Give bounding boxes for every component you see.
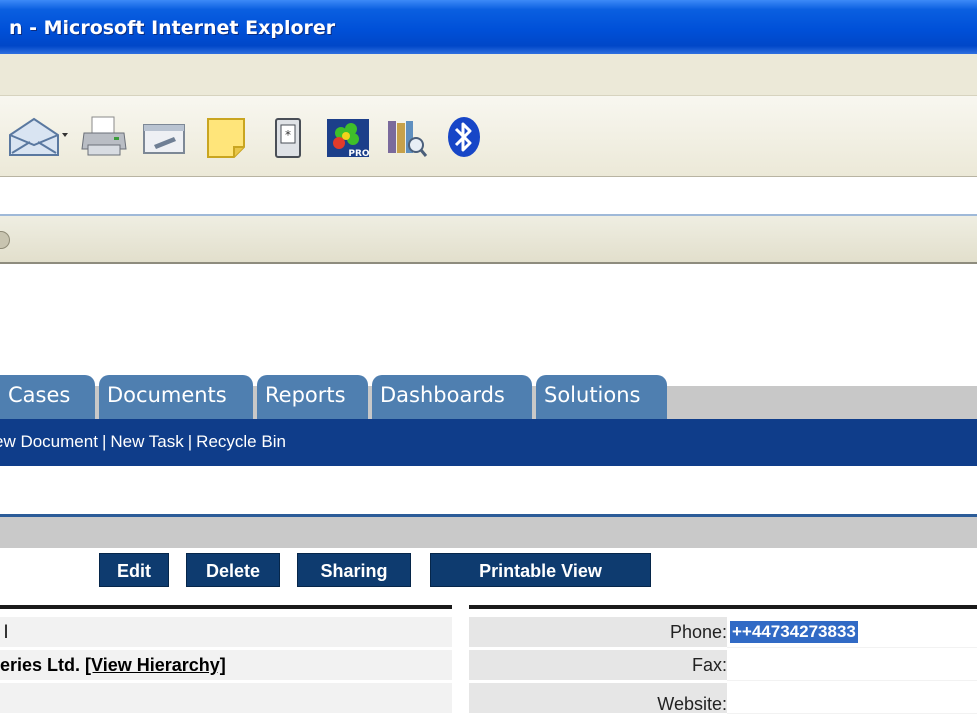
- subnav-separator: |: [101, 432, 107, 451]
- website-label: Website:: [657, 694, 727, 714]
- tab-dashboards[interactable]: Dashboards: [372, 375, 532, 419]
- recycle-bin-link[interactable]: Recycle Bin: [196, 419, 286, 465]
- note-icon[interactable]: [204, 115, 248, 159]
- tab-reports[interactable]: Reports: [257, 375, 368, 419]
- delete-button[interactable]: Delete: [186, 553, 280, 587]
- subnav-separator: |: [187, 432, 193, 451]
- phone-value-cell: ++44734273833: [727, 617, 977, 648]
- new-document-link[interactable]: ew Document: [0, 419, 98, 465]
- fax-value-cell: [727, 650, 977, 681]
- research-icon[interactable]: [384, 115, 428, 159]
- tab-solutions[interactable]: Solutions: [536, 375, 667, 419]
- new-task-link[interactable]: New Task: [110, 419, 183, 465]
- info-bar: [0, 216, 977, 264]
- svg-text:PRO: PRO: [348, 149, 370, 159]
- window-title: n - Microsoft Internet Explorer: [9, 17, 336, 39]
- info-bar-icon: [0, 231, 10, 249]
- edit-button[interactable]: Edit: [99, 553, 169, 587]
- account-name-value: l: [4, 622, 8, 642]
- phone-label-cell: Phone:: [469, 617, 727, 648]
- parent-account-value: eries Ltd. [View Hierarchy]: [0, 650, 226, 681]
- phone-value[interactable]: ++44734273833: [730, 621, 858, 643]
- parent-account-name: eries Ltd.: [0, 655, 81, 675]
- print-icon[interactable]: [80, 115, 128, 159]
- sharing-button[interactable]: Sharing: [297, 553, 411, 587]
- detail-row: eries Ltd. [View Hierarchy]: [0, 650, 452, 681]
- view-hierarchy-link[interactable]: [View Hierarchy]: [85, 655, 226, 675]
- icq-pro-icon[interactable]: PRO: [325, 115, 371, 159]
- menu-bar: [0, 54, 977, 96]
- sub-navigation: ew Document | New Task | Recycle Bin: [0, 419, 977, 466]
- tab-cases[interactable]: Cases: [0, 375, 95, 419]
- section-header-bar: [0, 517, 977, 548]
- fax-label-cell: Fax:: [469, 650, 727, 681]
- website-value-cell: [727, 683, 977, 714]
- right-panel-rule: [469, 605, 977, 609]
- printable-view-button[interactable]: Printable View: [430, 553, 651, 587]
- edit-icon[interactable]: [140, 115, 188, 159]
- phone-label: Phone:: [669, 622, 727, 642]
- browser-toolbar: * PRO: [0, 96, 977, 177]
- website-label-cell: Website:: [469, 683, 727, 714]
- tab-documents[interactable]: Documents: [99, 375, 253, 419]
- svg-text:*: *: [285, 128, 291, 142]
- address-bar[interactable]: [0, 177, 977, 216]
- bluetooth-icon[interactable]: [444, 115, 484, 159]
- window-title-bar: n - Microsoft Internet Explorer: [0, 0, 977, 54]
- mail-icon[interactable]: [8, 115, 70, 159]
- left-panel-rule: [0, 605, 452, 609]
- detail-row: l: [0, 617, 452, 648]
- fax-label: Fax:: [691, 655, 727, 675]
- detail-row: [0, 683, 452, 714]
- phone-device-icon[interactable]: *: [272, 115, 304, 159]
